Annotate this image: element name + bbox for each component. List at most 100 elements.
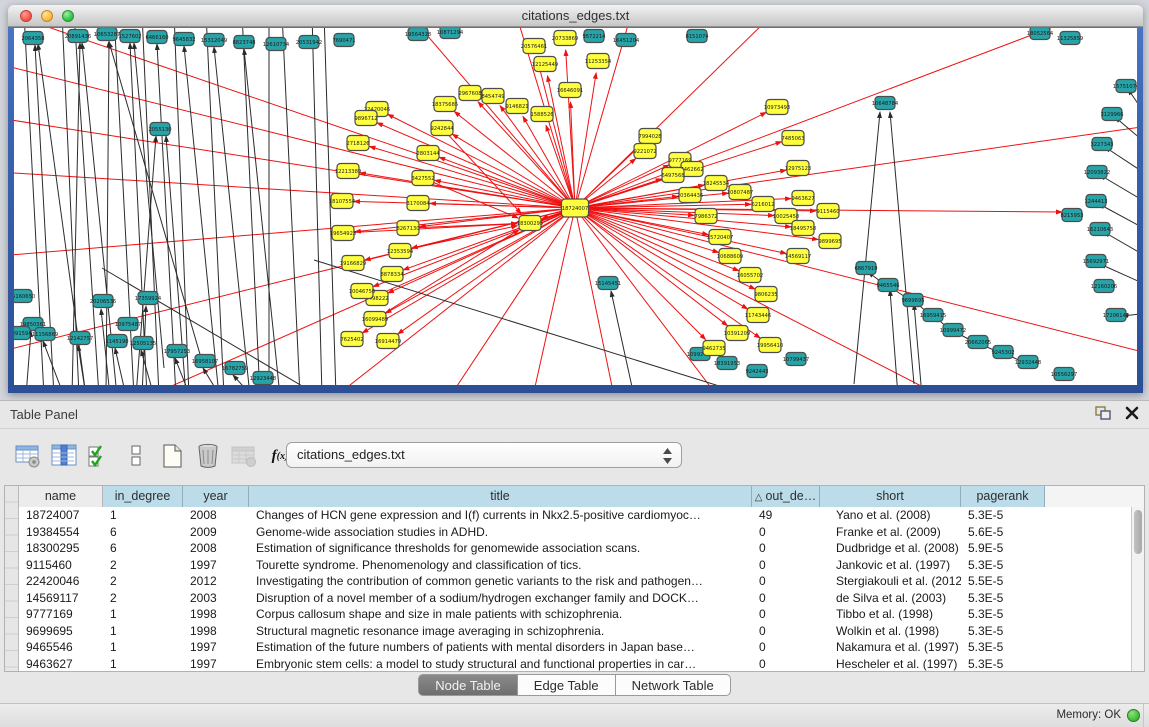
graph-node[interactable]: 3427552: [411, 171, 434, 186]
graph-node[interactable]: 20206536: [90, 295, 116, 308]
cell-pagerank[interactable]: 5.5E-5: [961, 573, 1045, 590]
cell-name[interactable]: 9115460: [19, 557, 103, 574]
cell-short[interactable]: Tibbo et al. (1998): [820, 606, 961, 623]
cell-pagerank[interactable]: 5.3E-5: [961, 590, 1045, 607]
cell-out_degree[interactable]: 0: [752, 540, 820, 557]
graph-node[interactable]: 7690471: [332, 34, 355, 47]
cell-out_degree[interactable]: 0: [752, 573, 820, 590]
graph-node[interactable]: 18300295: [517, 216, 543, 231]
graph-node[interactable]: 8878334: [380, 267, 404, 282]
graph-node[interactable]: 9115460: [816, 204, 839, 219]
graph-node[interactable]: 9806235: [754, 287, 777, 302]
cell-year[interactable]: 1997: [183, 639, 249, 656]
cell-out_degree[interactable]: 0: [752, 590, 820, 607]
table-row[interactable]: 1456911722003Disruption of a novel membe…: [19, 590, 1131, 607]
window-titlebar[interactable]: citations_edges.txt: [8, 5, 1143, 27]
graph-node[interactable]: 18495758: [790, 221, 816, 236]
graph-node[interactable]: 18052564: [1027, 28, 1054, 40]
cell-out_degree[interactable]: 0: [752, 606, 820, 623]
cell-out_degree[interactable]: 0: [752, 524, 820, 541]
cell-name[interactable]: 14569117: [19, 590, 103, 607]
graph-node[interactable]: 8267130: [396, 221, 419, 236]
table-settings-icon[interactable]: [12, 440, 44, 472]
cell-title[interactable]: Investigating the contribution of common…: [249, 573, 752, 590]
graph-node[interactable]: 1527602: [118, 30, 141, 43]
table-row[interactable]: 1830029562008Estimation of significance …: [19, 540, 1131, 557]
network-view[interactable]: 2064358208914361065328715276026466160964…: [14, 28, 1137, 385]
graph-node[interactable]: 1244413: [1084, 195, 1107, 208]
table-row[interactable]: 1938455462009Genome-wide association stu…: [19, 524, 1131, 541]
graph-node[interactable]: 7994028: [638, 129, 661, 144]
table-row[interactable]: 1872400712008Changes of HCN gene express…: [19, 507, 1131, 524]
graph-node[interactable]: 25160650: [14, 290, 35, 303]
new-table-icon[interactable]: [156, 440, 188, 472]
zoom-button[interactable]: [62, 10, 74, 22]
float-panel-icon[interactable]: [1095, 406, 1111, 425]
cell-name[interactable]: 22420046: [19, 573, 103, 590]
graph-node[interactable]: 9699695: [901, 294, 924, 307]
cell-short[interactable]: Dudbridge et al. (2008): [820, 540, 961, 557]
graph-node[interactable]: 2718126: [346, 136, 369, 151]
graph-node[interactable]: 6867919: [854, 262, 877, 275]
tab-edge-table[interactable]: Edge Table: [518, 674, 616, 696]
graph-node[interactable]: 12142757: [67, 332, 93, 345]
cell-title[interactable]: Estimation of the future numbers of pati…: [249, 639, 752, 656]
graph-node[interactable]: 10688609: [717, 249, 743, 264]
graph-node[interactable]: 8151074: [685, 30, 709, 43]
graph-node[interactable]: 12213389: [335, 164, 361, 179]
cell-pagerank[interactable]: 5.3E-5: [961, 639, 1045, 656]
column-header-name[interactable]: name: [19, 486, 103, 507]
table-row[interactable]: 946554611997Estimation of the future num…: [19, 639, 1131, 656]
cell-title[interactable]: Structural magnetic resonance image aver…: [249, 623, 752, 640]
cell-name[interactable]: 9463627: [19, 656, 103, 673]
table-row[interactable]: 946362711997Embryonic stem cells: a mode…: [19, 656, 1131, 673]
cell-in_degree[interactable]: 1: [103, 507, 183, 524]
graph-node[interactable]: 16959415: [920, 309, 946, 322]
cell-title[interactable]: Disruption of a novel member of a sodium…: [249, 590, 752, 607]
graph-node[interactable]: 10648784: [872, 97, 899, 110]
cell-in_degree[interactable]: 1: [103, 606, 183, 623]
tab-network-table[interactable]: Network Table: [616, 674, 731, 696]
cell-year[interactable]: 1998: [183, 623, 249, 640]
cell-title[interactable]: Changes of HCN gene expression and I(f) …: [249, 507, 752, 524]
graph-node[interactable]: 10871294: [437, 28, 464, 39]
graph-node[interactable]: 19956410: [757, 338, 783, 353]
cell-pagerank[interactable]: 5.9E-5: [961, 540, 1045, 557]
cell-in_degree[interactable]: 1: [103, 623, 183, 640]
graph-node[interactable]: 9242844: [430, 121, 454, 136]
graph-node[interactable]: 15751074: [1113, 80, 1137, 93]
graph-node[interactable]: 20733869: [552, 31, 578, 46]
cell-year[interactable]: 2008: [183, 540, 249, 557]
graph-node[interactable]: 8454749: [481, 89, 504, 104]
cell-name[interactable]: 18724007: [19, 507, 103, 524]
graph-node[interactable]: 12160206: [1091, 280, 1117, 293]
graph-node[interactable]: 9245302: [991, 346, 1014, 359]
graph-node[interactable]: 16099489: [362, 312, 388, 327]
graph-node[interactable]: 1588526: [530, 107, 553, 122]
close-panel-icon[interactable]: [1125, 406, 1139, 425]
graph-node[interactable]: 3170084: [406, 196, 430, 211]
graph-node[interactable]: 9899695: [818, 234, 841, 249]
graph-node[interactable]: 9465546: [876, 279, 899, 292]
graph-node[interactable]: 7986372: [694, 209, 717, 224]
cell-year[interactable]: 2003: [183, 590, 249, 607]
graph-node[interactable]: 2967608: [458, 86, 481, 101]
cell-name[interactable]: 9777169: [19, 606, 103, 623]
cell-pagerank[interactable]: 5.6E-5: [961, 524, 1045, 541]
graph-node[interactable]: 17957253: [164, 345, 190, 358]
close-button[interactable]: [20, 10, 32, 22]
table-row[interactable]: 2242004622012Investigating the contribut…: [19, 573, 1131, 590]
graph-node[interactable]: 10973493: [764, 100, 790, 115]
cell-out_degree[interactable]: 0: [752, 656, 820, 673]
column-header-year[interactable]: year: [183, 486, 249, 507]
cell-in_degree[interactable]: 1: [103, 656, 183, 673]
graph-node[interactable]: 9645832: [172, 33, 195, 46]
graph-node[interactable]: 9896712: [354, 111, 377, 126]
cell-pagerank[interactable]: 5.3E-5: [961, 557, 1045, 574]
graph-node[interactable]: 12975123: [785, 161, 811, 176]
graph-node[interactable]: 10999472: [940, 324, 966, 337]
graph-node[interactable]: 12610734: [263, 38, 290, 51]
cell-title[interactable]: Estimation of significance thresholds fo…: [249, 540, 752, 557]
graph-node[interactable]: 12505135: [130, 337, 156, 350]
column-header-in-degree[interactable]: in_degree: [103, 486, 183, 507]
